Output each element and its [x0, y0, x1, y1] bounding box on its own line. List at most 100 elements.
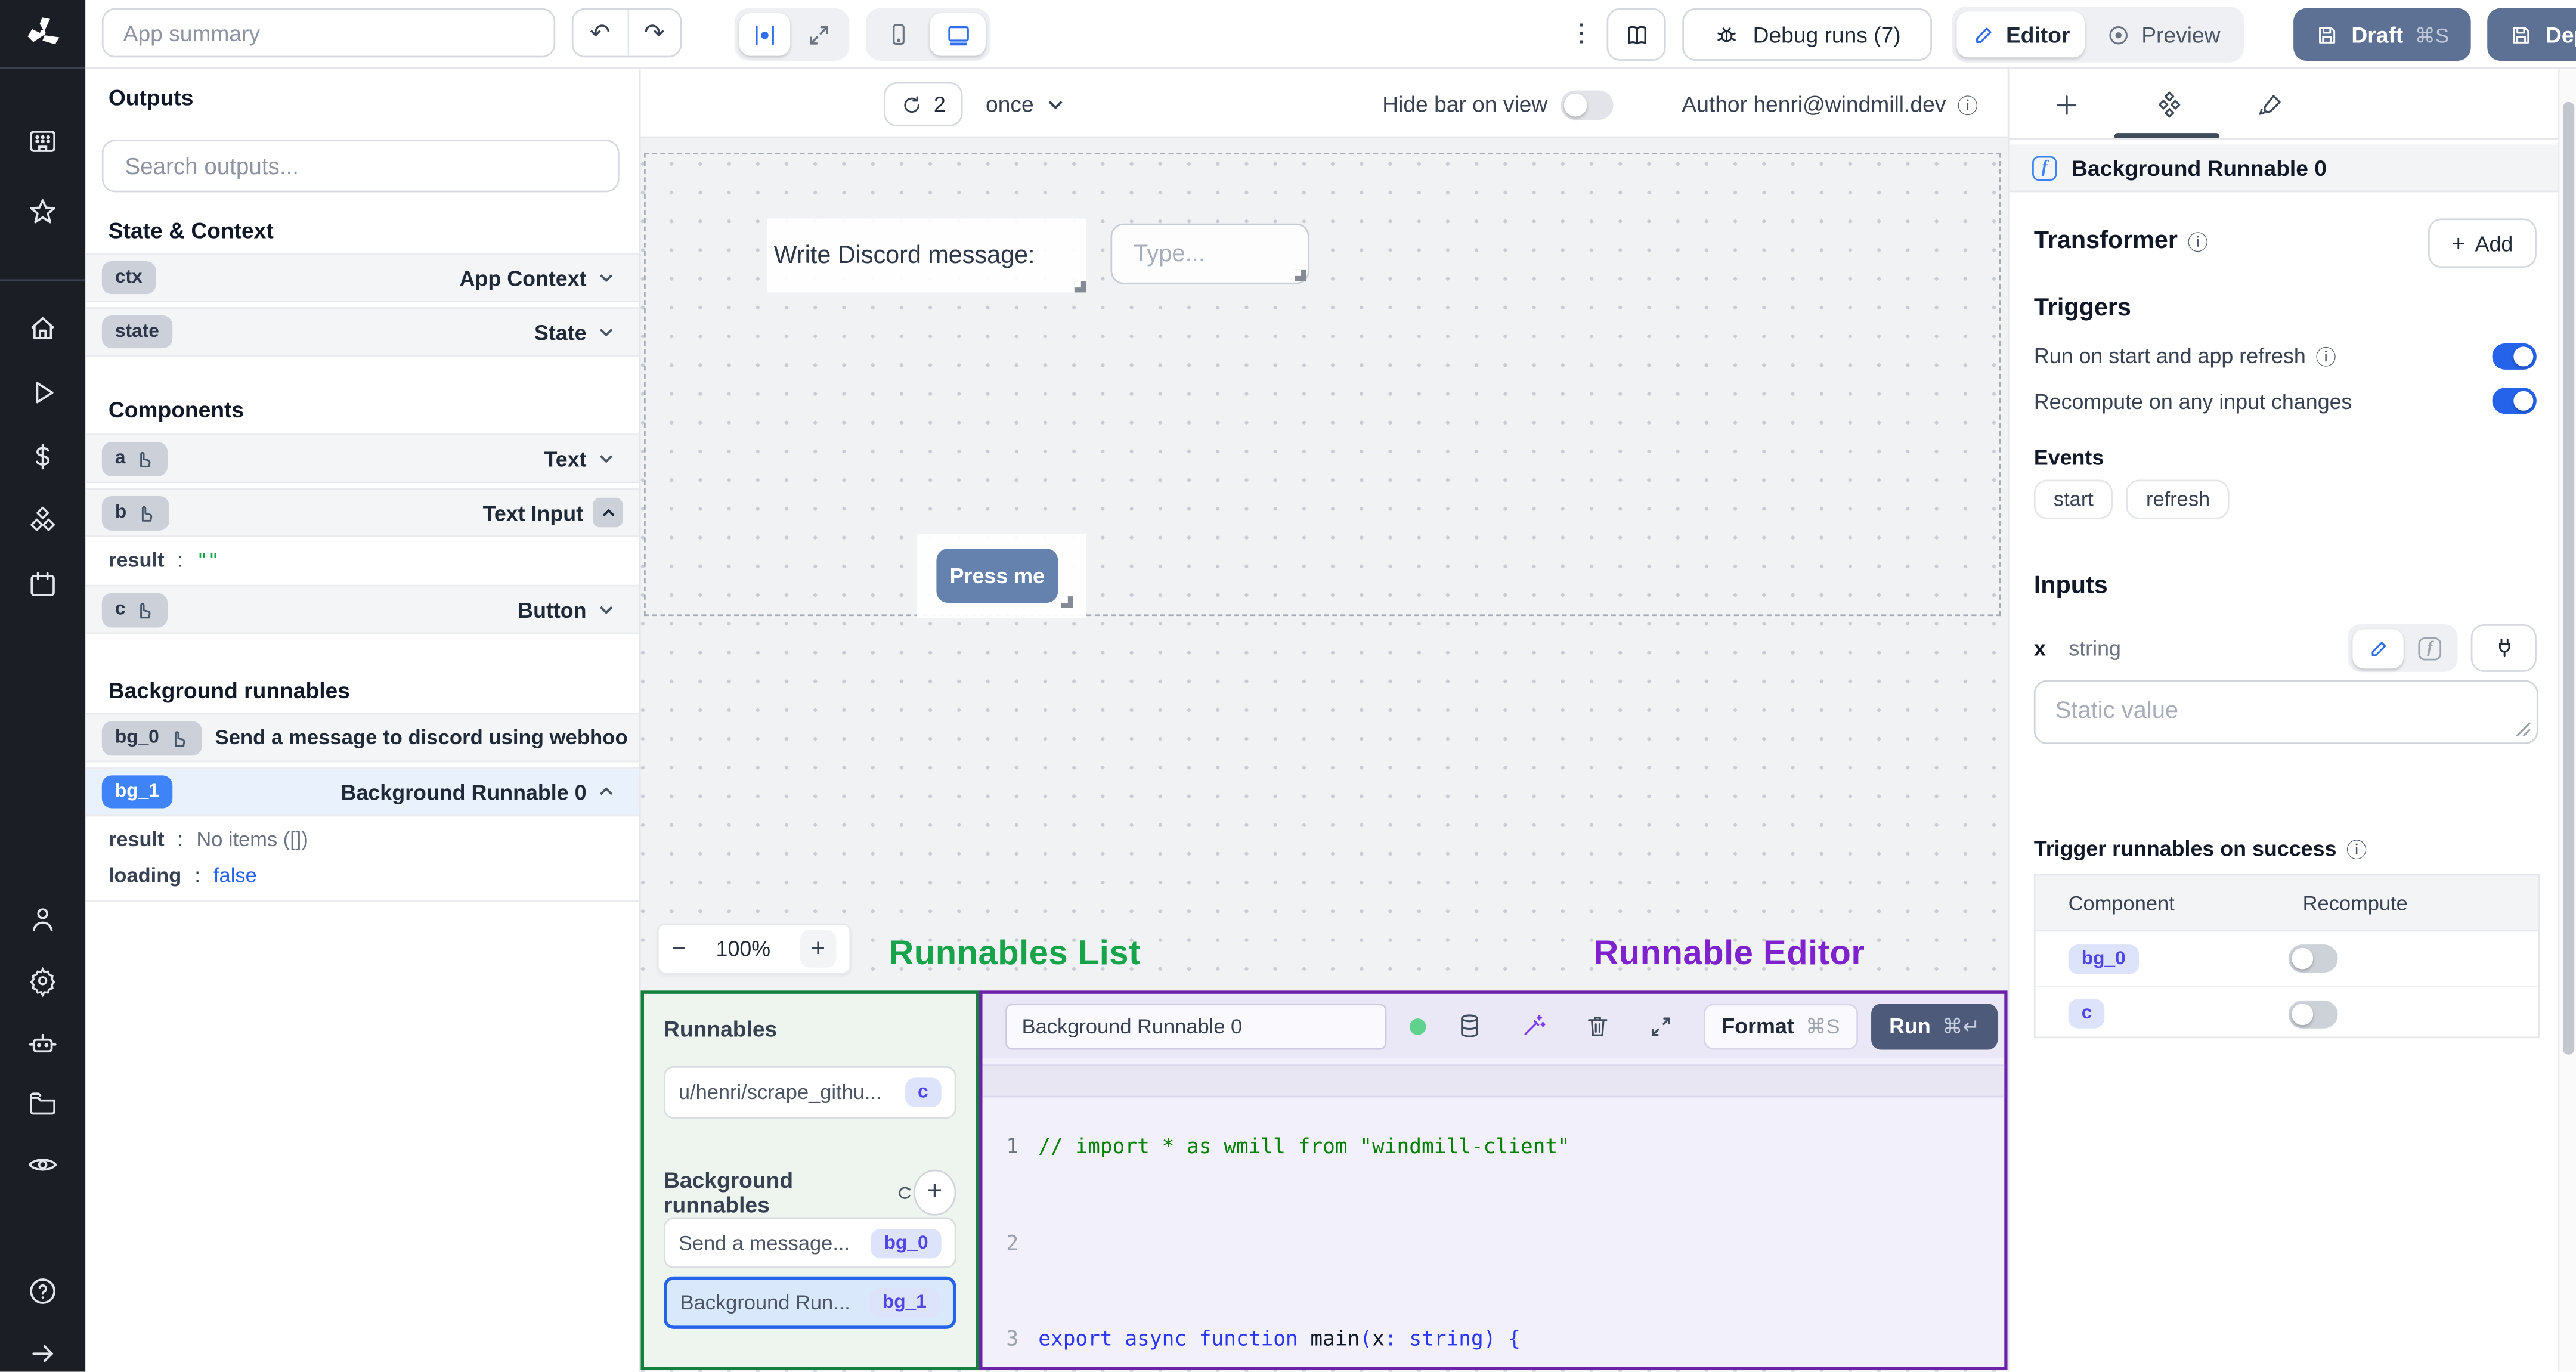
resize-handle[interactable] — [1061, 596, 1073, 608]
event-chip-refresh[interactable]: refresh — [2126, 479, 2230, 519]
runnable-name-input[interactable] — [1005, 1002, 1387, 1049]
scrollbar-thumb[interactable] — [2562, 101, 2574, 1055]
b-result-row[interactable]: result: "" — [109, 549, 219, 572]
recompute-toggle-c[interactable] — [2288, 999, 2338, 1028]
center-layout-icon[interactable] — [739, 13, 791, 56]
run-on-start-toggle[interactable] — [2492, 342, 2537, 369]
tab-insert-plus[interactable] — [2039, 82, 2095, 128]
help-icon[interactable] — [0, 1275, 85, 1308]
runnable-item-bg1-selected[interactable]: Background Run... bg_1 — [664, 1276, 956, 1329]
chevron-down-icon[interactable] — [596, 448, 616, 468]
chevron-down-icon[interactable] — [596, 268, 616, 287]
zoom-in-button[interactable]: + — [800, 930, 837, 968]
users-person-icon[interactable] — [0, 903, 85, 936]
collapse-arrow-icon[interactable] — [0, 1339, 85, 1368]
workers-robot-icon[interactable] — [0, 1027, 85, 1060]
output-row-bg0[interactable]: bg_0 Send a message to discord using web… — [85, 713, 639, 763]
settings-gear-icon[interactable] — [0, 964, 85, 998]
mobile-icon[interactable] — [871, 13, 927, 56]
ai-wand-icon[interactable] — [1519, 1012, 1547, 1040]
badge-bg0: bg_0 — [2068, 943, 2139, 974]
textarea-resize-grip[interactable] — [2515, 721, 2532, 738]
press-me-button[interactable]: Press me — [936, 549, 1058, 603]
bg1-result-row[interactable]: result: No items ([]) — [109, 828, 308, 851]
draft-button[interactable]: Draft ⌘S — [2293, 8, 2471, 61]
resize-handle[interactable] — [1074, 281, 1086, 293]
output-row-bg1[interactable]: bg_1 Background Runnable 0 — [85, 767, 639, 817]
add-transformer-button[interactable]: + Add — [2428, 218, 2537, 268]
tab-styling-brush[interactable] — [2243, 82, 2299, 128]
tab-editor[interactable]: Editor — [1956, 11, 2085, 58]
zoom-out-button[interactable]: − — [672, 935, 686, 963]
output-row-c[interactable]: c Button — [85, 584, 639, 634]
code-editor[interactable]: 1 2 3 4 5 6 // import * as wmill from "w… — [982, 1058, 2005, 1367]
debug-runs-button[interactable]: Debug runs (7) — [1682, 8, 1932, 61]
interval-dropdown[interactable]: once — [986, 82, 1067, 126]
output-row-ctx[interactable]: ctx App Context — [85, 253, 639, 302]
connect-plug-icon[interactable] — [2470, 624, 2537, 672]
home-icon[interactable] — [0, 312, 85, 345]
chevron-up-icon[interactable] — [596, 782, 616, 801]
runnable-item-c[interactable]: u/henri/scrape_githu... c — [664, 1066, 956, 1119]
runnable-item-bg0[interactable]: Send a message... bg_0 — [664, 1217, 956, 1268]
chevron-down-icon[interactable] — [596, 600, 616, 620]
component-settings-panel: f Background Runnable 0 Transformer ⓘ + … — [2007, 69, 2576, 1372]
output-row-a[interactable]: a Text — [85, 433, 639, 483]
database-icon[interactable] — [1456, 1012, 1484, 1040]
tab-preview[interactable]: Preview — [2088, 11, 2239, 57]
format-button[interactable]: Format ⌘S — [1704, 1002, 1858, 1049]
search-outputs-input[interactable] — [101, 140, 620, 193]
info-icon[interactable]: ⓘ — [2315, 340, 2336, 371]
expand-icon[interactable] — [1648, 1013, 1674, 1039]
right-scrollbar[interactable] — [2558, 69, 2576, 1372]
desktop-icon[interactable] — [930, 13, 986, 56]
resize-handle[interactable] — [1295, 269, 1306, 281]
kebab-menu-icon[interactable]: ⋮ — [1569, 18, 1593, 51]
variables-dollar-icon[interactable] — [0, 440, 85, 473]
eval-function-icon[interactable]: f — [2407, 628, 2453, 668]
static-value-textarea[interactable]: Static value — [2033, 680, 2538, 745]
redo-icon[interactable]: ↷ — [628, 10, 680, 56]
text-component[interactable]: Write Discord message: — [767, 218, 1086, 293]
textinput-component[interactable]: Type... — [1110, 223, 1309, 284]
folders-icon[interactable] — [0, 1088, 85, 1120]
static-pencil-icon[interactable] — [2352, 628, 2404, 668]
app-summary-input[interactable] — [101, 8, 556, 58]
info-icon[interactable]: ⓘ — [2188, 225, 2208, 256]
event-chip-start[interactable]: start — [2033, 479, 2113, 519]
hide-bar-toggle[interactable] — [1561, 89, 1614, 119]
output-row-b[interactable]: b Text Input — [85, 488, 639, 537]
code-lines[interactable]: // import * as wmill from "windmill-clie… — [1038, 1066, 1570, 1367]
docs-book-button[interactable] — [1606, 8, 1666, 61]
recompute-toggle-bg0[interactable] — [2288, 944, 2338, 973]
add-runnable-button[interactable]: + — [913, 1169, 956, 1216]
deploy-button[interactable]: Deploy — [2487, 8, 2576, 61]
runs-play-icon[interactable] — [0, 376, 85, 409]
schedules-calendar-icon[interactable] — [0, 568, 85, 601]
info-icon[interactable]: ⓘ — [1958, 89, 1978, 120]
author-label: Author henri@windmill.dev — [1682, 92, 1946, 117]
inputs-title: Inputs — [2033, 571, 2108, 600]
run-button[interactable]: Run ⌘↵ — [1871, 1002, 1998, 1049]
output-row-state[interactable]: state State — [85, 307, 639, 357]
favorites-star-icon[interactable] — [0, 196, 85, 228]
apps-icon[interactable] — [0, 125, 85, 157]
top-toolbar: ↶ ↷ ⋮ Debug runs (7) — [85, 0, 2576, 69]
recompute-toggle[interactable] — [2492, 388, 2537, 414]
bg1-loading-value: false — [213, 864, 257, 887]
delete-trash-icon[interactable] — [1584, 1012, 1612, 1040]
tab-settings-components[interactable] — [2141, 82, 2197, 128]
chevron-up-box[interactable] — [593, 497, 623, 528]
windmill-logo-icon[interactable] — [0, 13, 85, 54]
refresh-count-button[interactable]: 2 — [884, 82, 963, 127]
resources-cubes-icon[interactable] — [0, 504, 85, 537]
chevron-down-icon[interactable] — [596, 322, 616, 342]
b-id-chip: b — [101, 495, 169, 530]
info-icon[interactable]: ⓘ — [2346, 833, 2367, 864]
audit-eye-icon[interactable] — [0, 1148, 85, 1181]
table-row: bg_0 — [2035, 931, 2538, 987]
chevron-down-icon — [1049, 101, 1063, 110]
undo-icon[interactable]: ↶ — [574, 10, 628, 56]
bg1-loading-row[interactable]: loading: false — [109, 864, 257, 887]
fullwidth-expand-icon[interactable] — [794, 13, 844, 56]
